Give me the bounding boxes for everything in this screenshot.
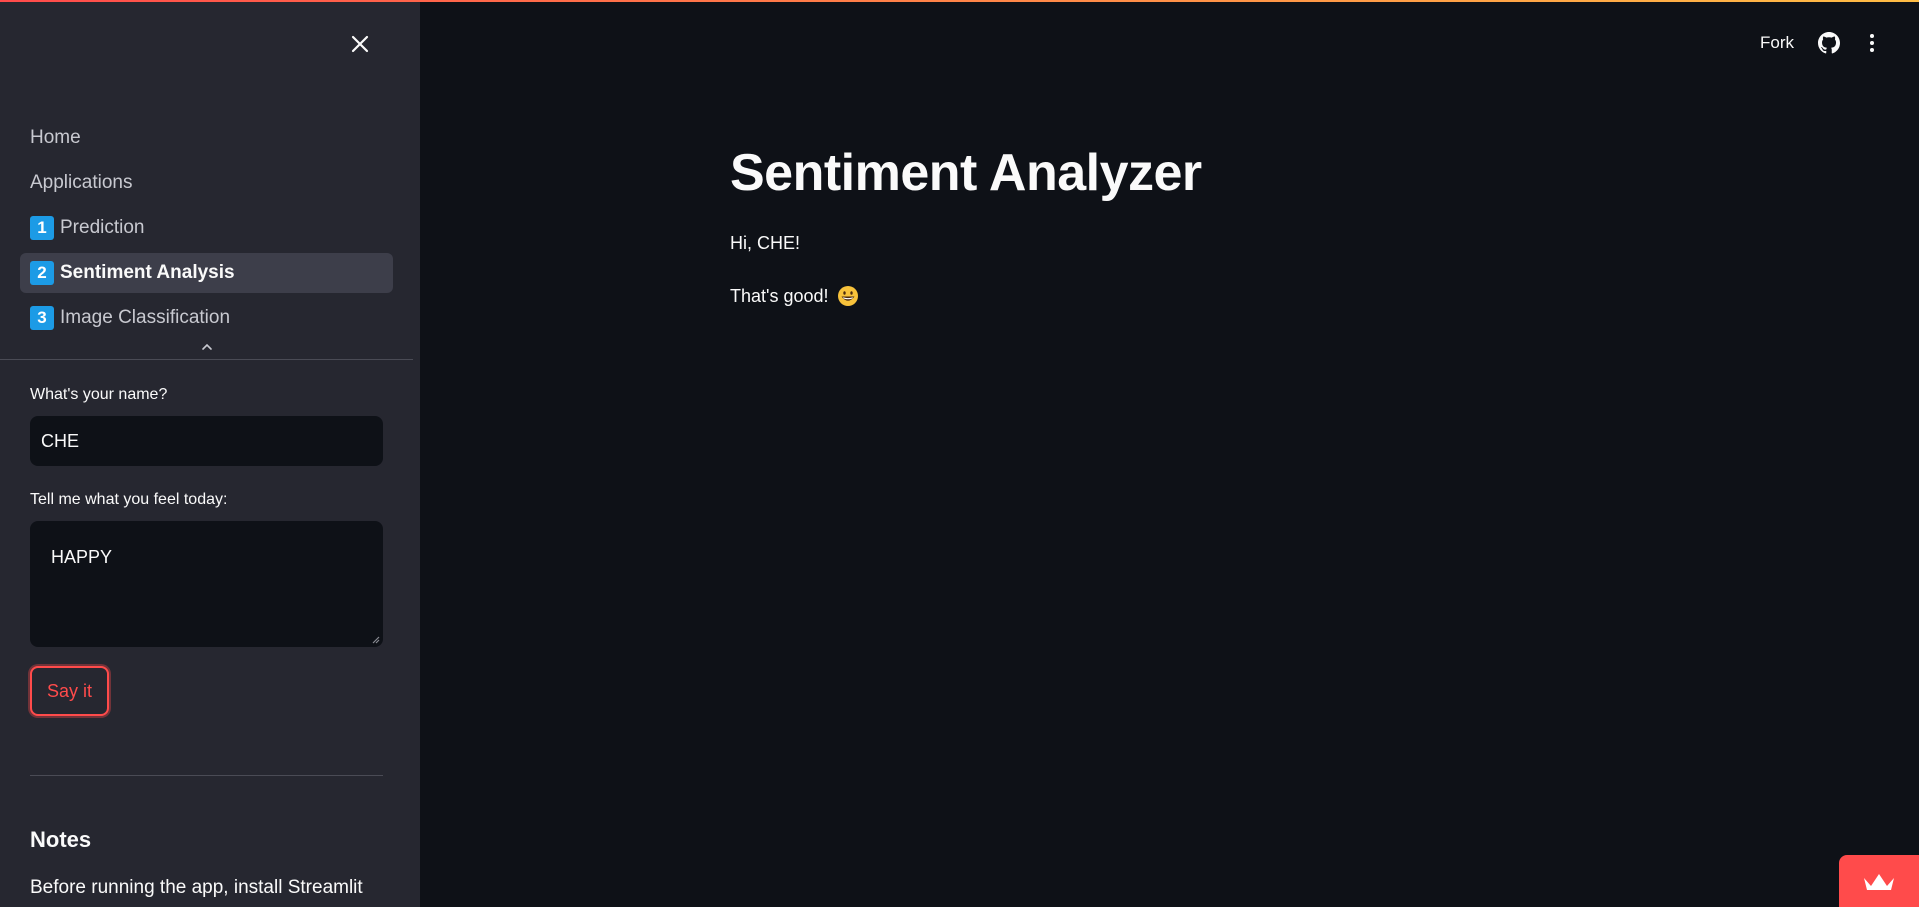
result-text: That's good! — [730, 285, 829, 306]
greeting-text: Hi, CHE! — [730, 233, 801, 253]
grinning-face-icon — [837, 286, 858, 306]
notes-text: Before running the app, install Streamli… — [30, 877, 363, 898]
sidebar-item-applications[interactable]: Applications — [20, 163, 393, 203]
github-icon[interactable] — [1818, 32, 1840, 54]
sidebar-item-label: Sentiment Analysis — [60, 262, 235, 283]
sidebar-item-label: Applications — [30, 172, 133, 193]
sidebar-item-label: Prediction — [60, 217, 145, 238]
notes-heading: Notes — [30, 827, 92, 852]
form-divider — [30, 775, 383, 776]
sidebar-nav: Home Applications 1 Prediction 2 Sentime… — [20, 118, 393, 343]
keycap-two-icon: 2 — [30, 261, 54, 285]
sidebar: Home Applications 1 Prediction 2 Sentime… — [0, 0, 420, 907]
feel-textarea[interactable]: HAPPY — [30, 521, 383, 647]
sidebar-item-sentiment-analysis[interactable]: 2 Sentiment Analysis — [20, 253, 393, 293]
sidebar-item-image-classification[interactable]: 3 Image Classification — [20, 298, 393, 338]
top-decoration-bar — [0, 0, 1919, 2]
name-input-value: CHE — [41, 430, 80, 451]
feel-field-label: Tell me what you feel today: — [30, 491, 228, 508]
sidebar-item-label: Image Classification — [60, 307, 231, 328]
name-input[interactable]: CHE — [30, 416, 383, 466]
fork-button[interactable]: Fork — [1760, 33, 1794, 53]
sidebar-item-label: Home — [30, 127, 81, 148]
name-field-label: What's your name? — [30, 386, 168, 403]
feel-textarea-value: HAPPY — [51, 547, 113, 567]
streamlit-badge[interactable] — [1839, 855, 1919, 907]
crown-icon — [1864, 874, 1894, 890]
result-line: That's good! — [730, 285, 859, 307]
chevron-up-icon[interactable] — [200, 340, 214, 354]
say-it-button-label: Say it — [46, 680, 93, 701]
say-it-button[interactable]: Say it — [30, 666, 109, 716]
page-title: Sentiment Analyzer — [730, 144, 1202, 202]
close-sidebar-button[interactable] — [346, 30, 374, 58]
keycap-three-icon: 3 — [30, 306, 54, 330]
keycap-one-icon: 1 — [30, 216, 54, 240]
close-icon — [351, 35, 369, 53]
sidebar-item-home[interactable]: Home — [20, 118, 393, 158]
nav-divider — [0, 359, 413, 360]
kebab-menu-icon[interactable] — [1862, 32, 1882, 54]
resize-handle-icon[interactable] — [370, 634, 380, 644]
sidebar-item-prediction[interactable]: 1 Prediction — [20, 208, 393, 248]
